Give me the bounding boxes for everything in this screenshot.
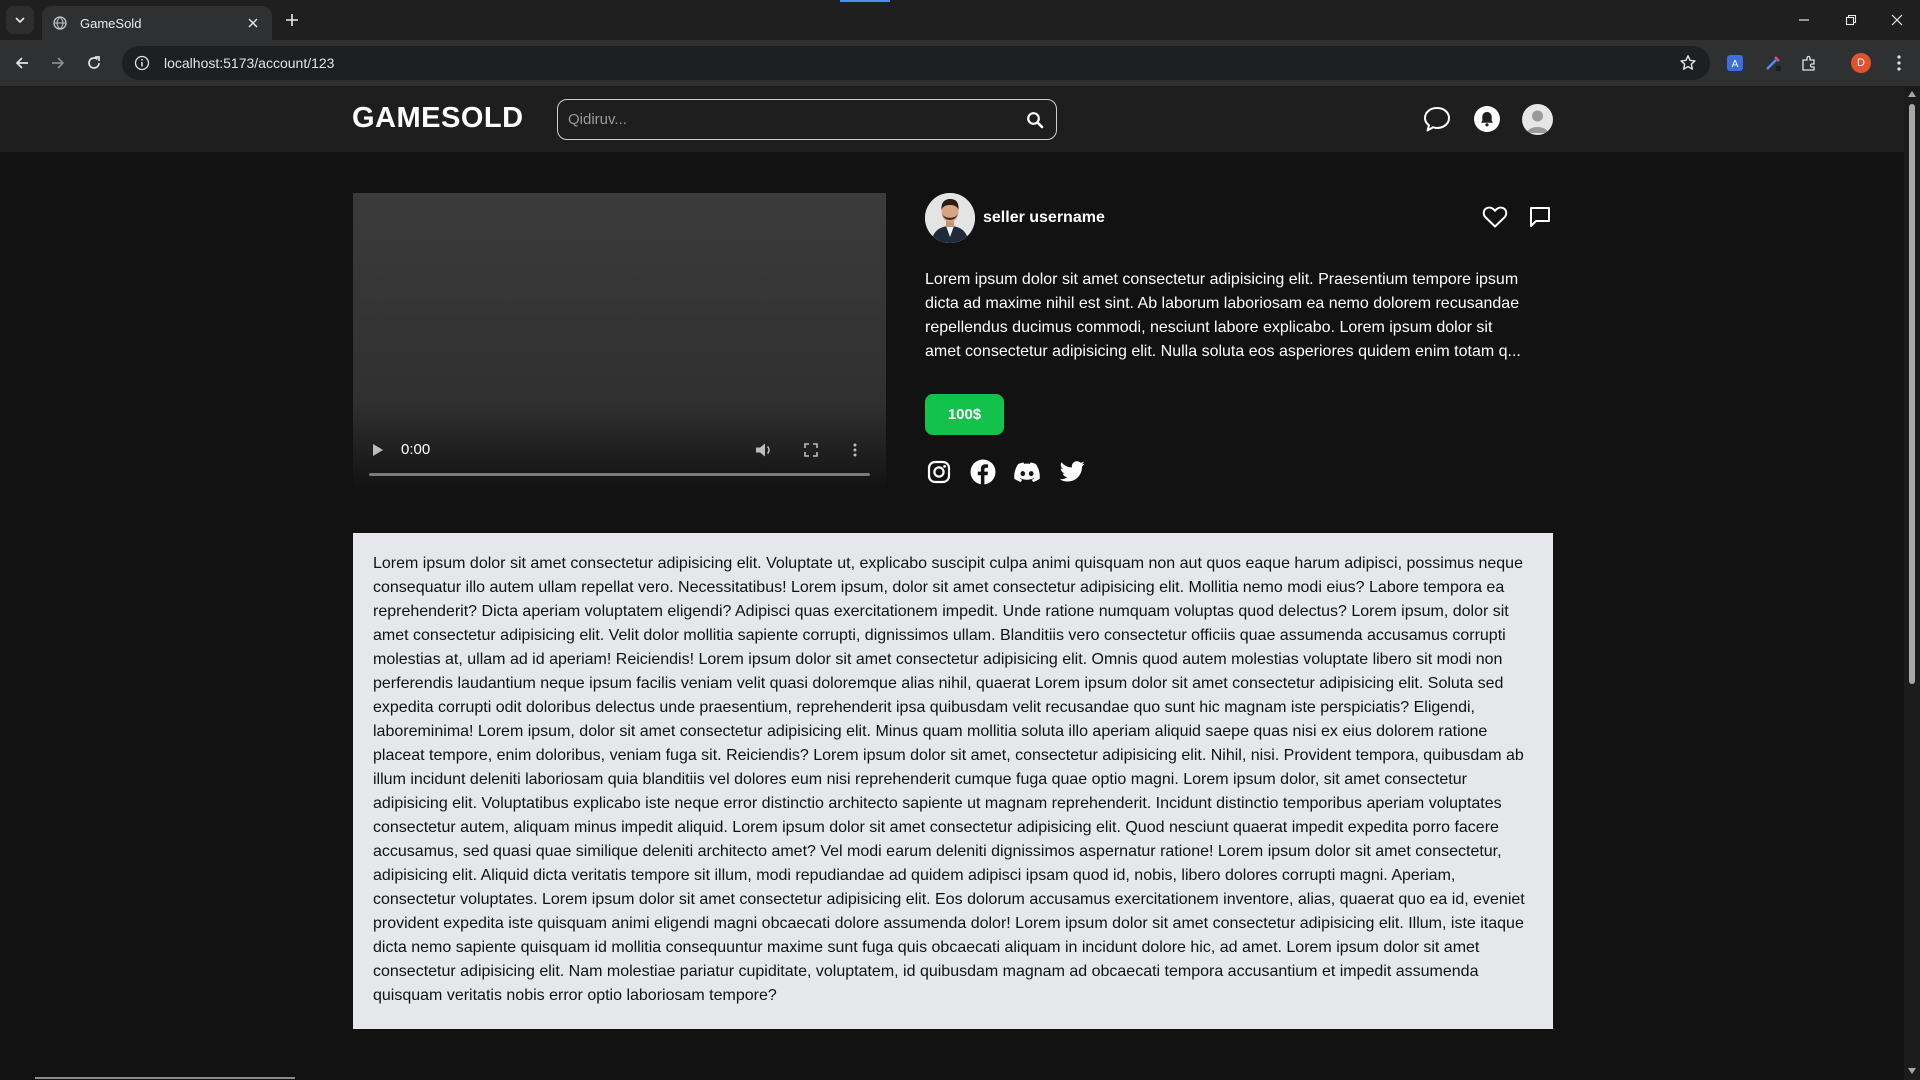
browser-tab[interactable]: GameSold	[42, 6, 272, 40]
site-header: GAMESOLD	[0, 86, 1904, 152]
video-progress-bar[interactable]	[369, 473, 870, 476]
seller-description: Lorem ipsum dolor sit amet consectetur a…	[925, 271, 1521, 360]
browser-toolbar: localhost:5173/account/123 A D	[0, 40, 1920, 86]
new-tab-button[interactable]	[280, 8, 304, 32]
back-button[interactable]	[8, 49, 36, 77]
user-avatar-icon[interactable]	[1522, 104, 1553, 135]
color-picker-extension-icon[interactable]	[1762, 52, 1784, 74]
chevron-down-icon	[15, 17, 25, 24]
seller-avatar[interactable]	[925, 193, 975, 243]
site-logo[interactable]: GAMESOLD	[352, 102, 524, 135]
forward-button[interactable]	[44, 49, 72, 77]
scroll-up-icon[interactable]	[1907, 89, 1917, 99]
price-button[interactable]: 100$	[925, 394, 1004, 435]
search-input[interactable]	[568, 111, 1024, 128]
seller-username[interactable]: seller username	[983, 209, 1105, 227]
globe-icon	[52, 15, 68, 31]
minimize-button[interactable]	[1786, 6, 1822, 34]
close-tab-icon[interactable]	[244, 14, 262, 32]
bookmark-star-icon[interactable]	[1678, 53, 1698, 73]
instagram-icon[interactable]	[924, 457, 954, 487]
translate-extension-icon[interactable]: A	[1724, 52, 1746, 74]
url-text: localhost:5173/account/123	[164, 55, 335, 71]
video-options-icon[interactable]	[850, 441, 860, 459]
page-viewport: GAMESOLD 0:00	[0, 86, 1904, 1080]
message-square-icon[interactable]	[1524, 201, 1556, 233]
fullscreen-icon[interactable]	[802, 441, 820, 459]
scroll-down-icon[interactable]	[1907, 1066, 1917, 1076]
volume-icon[interactable]	[754, 441, 774, 459]
play-icon[interactable]	[369, 441, 387, 459]
tab-title: GameSold	[80, 15, 142, 31]
search-box	[557, 99, 1057, 140]
svg-text:A: A	[1732, 59, 1739, 70]
facebook-icon[interactable]	[968, 457, 998, 487]
tab-search-button[interactable]	[6, 6, 34, 34]
bell-icon[interactable]	[1471, 103, 1503, 135]
details-text-panel: Lorem ipsum dolor sit amet consectetur a…	[353, 533, 1553, 1029]
profile-avatar[interactable]: D	[1851, 53, 1871, 73]
video-time: 0:00	[401, 441, 431, 458]
video-player[interactable]: 0:00	[353, 193, 886, 493]
close-window-button[interactable]	[1879, 6, 1915, 34]
reload-button[interactable]	[80, 49, 108, 77]
heart-icon[interactable]	[1479, 201, 1511, 233]
extensions-puzzle-icon[interactable]	[1798, 52, 1820, 74]
discord-icon[interactable]	[1012, 457, 1042, 487]
arrow-left-icon	[15, 57, 28, 69]
restore-icon	[1845, 14, 1857, 26]
site-info-icon[interactable]	[134, 55, 150, 71]
horizontal-scroll-hint	[35, 1077, 295, 1079]
browser-menu-icon[interactable]	[1888, 52, 1910, 74]
browser-tab-strip: GameSold	[0, 0, 1920, 40]
chat-bubble-icon[interactable]	[1421, 103, 1453, 135]
twitter-icon[interactable]	[1057, 457, 1087, 487]
close-icon	[1891, 14, 1903, 26]
page-scrollbar[interactable]	[1904, 86, 1920, 1080]
tab-activity-indicator	[840, 0, 890, 2]
restore-button[interactable]	[1833, 6, 1869, 34]
plus-icon	[286, 14, 298, 26]
arrow-right-icon	[52, 57, 65, 69]
reload-icon	[88, 56, 100, 69]
scrollbar-thumb[interactable]	[1909, 104, 1915, 684]
minimize-icon	[1799, 19, 1809, 21]
search-icon[interactable]	[1024, 109, 1046, 131]
address-bar[interactable]: localhost:5173/account/123	[122, 46, 1710, 80]
